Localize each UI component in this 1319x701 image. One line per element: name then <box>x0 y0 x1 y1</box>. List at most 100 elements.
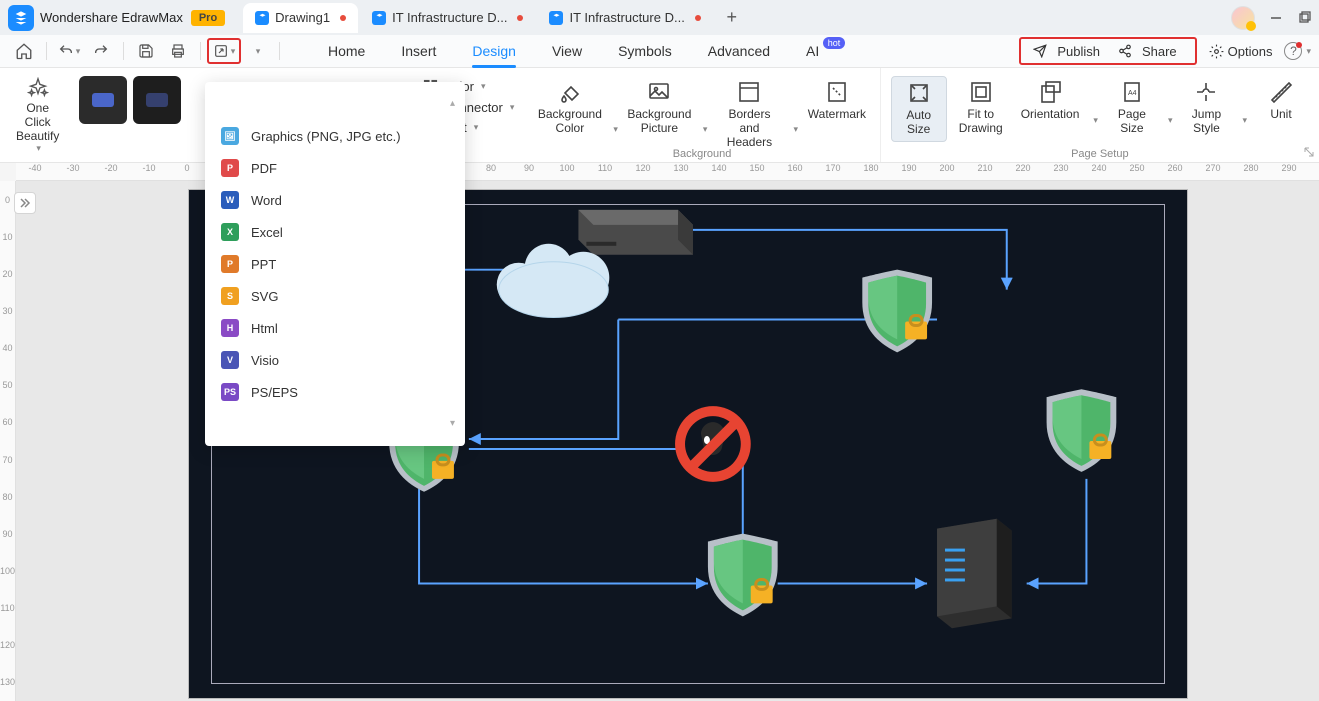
help-dropdown[interactable]: ▾ <box>1306 46 1311 57</box>
paint-bucket-icon <box>558 80 582 104</box>
server-shape[interactable] <box>578 210 693 255</box>
bg-color-button[interactable]: Background Color <box>534 76 605 140</box>
export-ppt[interactable]: PPPT <box>205 248 465 280</box>
page-size-dropdown[interactable]: ▾ <box>1168 115 1173 126</box>
maximize-icon[interactable] <box>1297 11 1311 25</box>
dirty-dot-icon <box>695 15 701 21</box>
export-dropdown-menu: ▴ 🖼Graphics (PNG, JPG etc.) PPDF WWord X… <box>205 82 465 446</box>
unit-button[interactable]: Unit <box>1253 76 1309 126</box>
group-background-label: Background <box>524 146 879 162</box>
orientation-icon <box>1038 80 1062 104</box>
shield-2[interactable] <box>862 270 932 353</box>
help-button[interactable]: ? <box>1284 42 1302 60</box>
tab-it-1[interactable]: IT Infrastructure D... <box>360 3 535 33</box>
options-button[interactable]: Options <box>1209 44 1273 59</box>
fit-drawing-button[interactable]: Fit to Drawing <box>953 76 1009 140</box>
dirty-dot-icon <box>340 15 346 21</box>
doc-icon <box>549 11 563 25</box>
menu-design[interactable]: Design <box>454 35 534 68</box>
menu-home[interactable]: Home <box>310 35 383 68</box>
export-word[interactable]: WWord <box>205 184 465 216</box>
main-menu: Home Insert Design View Symbols Advanced… <box>310 35 837 68</box>
print-button[interactable] <box>162 38 194 64</box>
undo-button[interactable]: ▾ <box>53 38 85 64</box>
tab-label: IT Infrastructure D... <box>392 10 507 25</box>
watermark-icon <box>825 80 849 104</box>
tab-label: IT Infrastructure D... <box>569 10 684 25</box>
page-size-icon: A4 <box>1120 80 1144 104</box>
scroll-up-icon[interactable]: ▴ <box>450 98 455 109</box>
shield-4[interactable] <box>1047 389 1117 472</box>
borders-icon <box>737 80 761 104</box>
export-graphics[interactable]: 🖼Graphics (PNG, JPG etc.) <box>205 120 465 152</box>
one-click-beautify-button[interactable]: One Click Beautify ▾ <box>6 68 69 162</box>
export-pdf[interactable]: PPDF <box>205 152 465 184</box>
html-file-icon: H <box>221 319 239 337</box>
panel-expand-handle[interactable] <box>14 192 36 214</box>
export-excel[interactable]: XExcel <box>205 216 465 248</box>
sparkle-icon <box>27 77 49 99</box>
redo-button[interactable] <box>85 38 117 64</box>
ps-file-icon: PS <box>221 383 239 401</box>
auto-size-button[interactable]: Auto Size <box>891 76 947 142</box>
share-button[interactable]: Share <box>1112 44 1189 59</box>
ppt-file-icon: P <box>221 255 239 273</box>
visio-file-icon: V <box>221 351 239 369</box>
menu-insert[interactable]: Insert <box>383 35 454 68</box>
watermark-button[interactable]: Watermark <box>804 76 870 126</box>
doc-icon <box>255 11 269 25</box>
tab-drawing1[interactable]: Drawing1 <box>243 3 358 33</box>
export-more-button[interactable]: ▾ <box>241 38 273 64</box>
word-file-icon: W <box>221 191 239 209</box>
orientation-button[interactable]: Orientation <box>1015 76 1086 126</box>
export-svg[interactable]: SSVG <box>205 280 465 312</box>
cloud-shape[interactable] <box>497 244 610 318</box>
theme-preset-1[interactable] <box>79 76 127 124</box>
export-ps[interactable]: PSPS/EPS <box>205 376 465 408</box>
dirty-dot-icon <box>517 15 523 21</box>
scroll-down-icon[interactable]: ▾ <box>450 418 455 429</box>
save-button[interactable] <box>130 38 162 64</box>
pagesetup-launcher-icon[interactable] <box>1303 146 1315 158</box>
excel-file-icon: X <box>221 223 239 241</box>
publish-share-group: Publish Share <box>1019 37 1196 65</box>
home-button[interactable] <box>8 38 40 64</box>
graphics-file-icon: 🖼 <box>221 127 239 145</box>
one-click-label: One Click Beautify <box>16 101 59 143</box>
publish-button[interactable]: Publish <box>1027 44 1112 59</box>
export-html[interactable]: HHtml <box>205 312 465 344</box>
vertical-ruler: 0102030405060708090100110120130 <box>0 181 16 701</box>
borders-dropdown[interactable]: ▾ <box>794 124 799 135</box>
menu-view[interactable]: View <box>534 35 600 68</box>
user-avatar[interactable] <box>1231 6 1255 30</box>
bg-color-dropdown[interactable]: ▾ <box>613 124 618 135</box>
orientation-dropdown[interactable]: ▾ <box>1093 115 1098 126</box>
jump-style-button[interactable]: Jump Style <box>1178 76 1234 140</box>
server-tower-shape[interactable] <box>937 519 1012 629</box>
page-size-button[interactable]: A4Page Size <box>1104 76 1160 140</box>
tab-label: Drawing1 <box>275 10 330 25</box>
new-tab-button[interactable]: + <box>721 7 743 29</box>
jump-dropdown[interactable]: ▾ <box>1242 115 1247 126</box>
menu-advanced[interactable]: Advanced <box>690 35 788 68</box>
no-hacker-shape[interactable] <box>675 406 751 482</box>
jump-icon <box>1194 80 1218 104</box>
shield-3[interactable] <box>708 534 778 617</box>
bg-picture-dropdown[interactable]: ▾ <box>703 124 708 135</box>
menu-symbols[interactable]: Symbols <box>600 35 690 68</box>
quickbar: ▾ ▾ ▾ Home Insert Design View Symbols Ad… <box>0 35 1319 68</box>
doc-icon <box>372 11 386 25</box>
app-name: Wondershare EdrawMax <box>40 10 183 25</box>
minimize-icon[interactable] <box>1269 11 1283 25</box>
export-visio[interactable]: VVisio <box>205 344 465 376</box>
theme-preset-2[interactable] <box>133 76 181 124</box>
menu-ai[interactable]: AIhot <box>788 35 837 68</box>
unit-icon <box>1269 80 1293 104</box>
export-button[interactable]: ▾ <box>207 38 241 64</box>
auto-size-icon <box>907 81 931 105</box>
borders-button[interactable]: Borders and Headers <box>713 76 785 153</box>
titlebar: Wondershare EdrawMax Pro Drawing1 IT Inf… <box>0 0 1319 35</box>
hot-badge: hot <box>823 37 846 49</box>
tab-it-2[interactable]: IT Infrastructure D... <box>537 3 712 33</box>
bg-picture-button[interactable]: Background Picture <box>624 76 695 140</box>
